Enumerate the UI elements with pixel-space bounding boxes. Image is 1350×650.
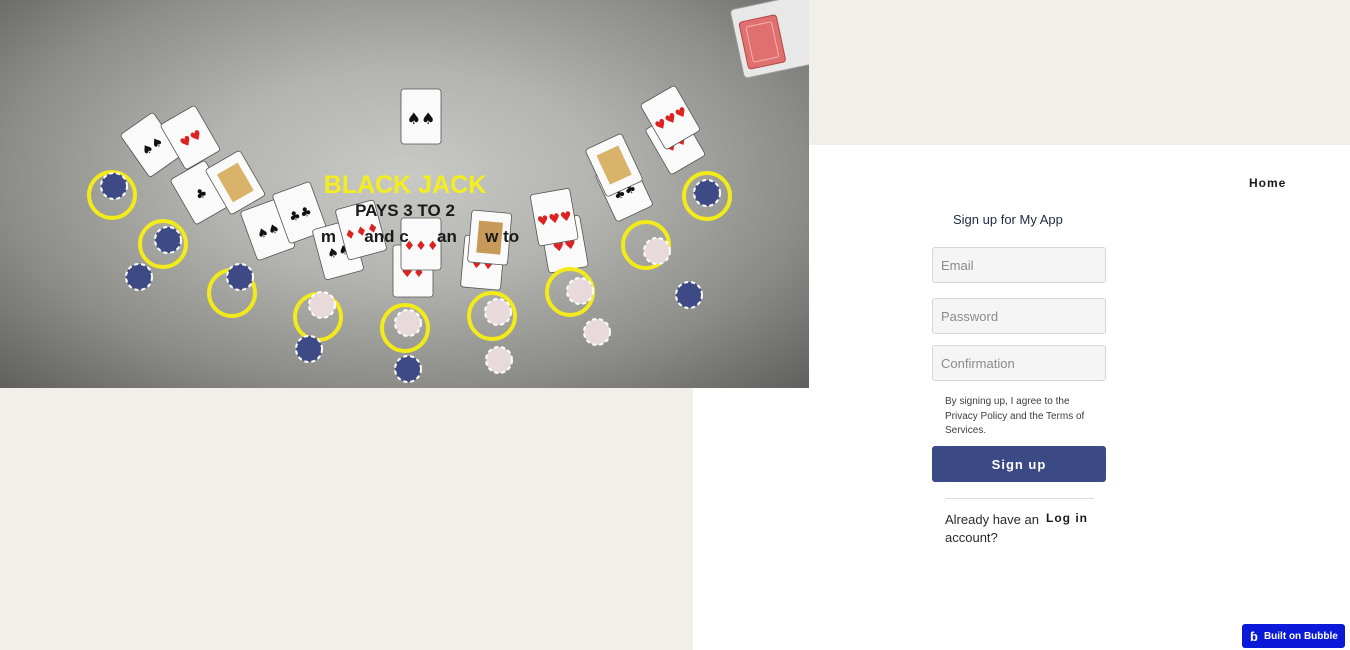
terms-text: By signing up, I agree to the Privacy Po…: [945, 396, 1085, 436]
password-field[interactable]: [932, 298, 1106, 334]
email-field[interactable]: [932, 247, 1106, 283]
built-on-bubble-badge[interactable]: ɓ Built on Bubble: [1242, 624, 1345, 648]
nav-home-link[interactable]: Home: [1249, 176, 1286, 190]
table-text-line: m and c an w to: [321, 227, 519, 246]
table-title: BLACK JACK: [324, 171, 487, 199]
confirmation-field[interactable]: [932, 345, 1106, 381]
login-link[interactable]: Log in: [1046, 511, 1088, 525]
signup-title: Sign up for My App: [953, 212, 1063, 227]
card-shoe: [730, 0, 809, 79]
already-have-account-text: Already have an account?: [945, 512, 1039, 545]
blackjack-table-image: ♠♠ ♠♠ ♥♥ ♣ ♠♠ ♣♣ ♠♠ ♦♦♦ ♥♦ ♦♦♦ ♦♦ ♥♥ ♥♥♥…: [0, 0, 809, 388]
bottom-beige-panel: [0, 388, 693, 650]
bubble-logo-icon: ɓ: [1250, 628, 1258, 644]
svg-text:♠♠: ♠♠: [407, 109, 436, 128]
badge-label: Built on Bubble: [1263, 630, 1338, 642]
dealer-card: ♠♠: [400, 88, 442, 145]
signup-button[interactable]: Sign up: [932, 446, 1106, 482]
divider: [945, 498, 1094, 499]
table-subtitle: PAYS 3 TO 2: [355, 201, 455, 220]
top-beige-panel: [809, 0, 1350, 145]
